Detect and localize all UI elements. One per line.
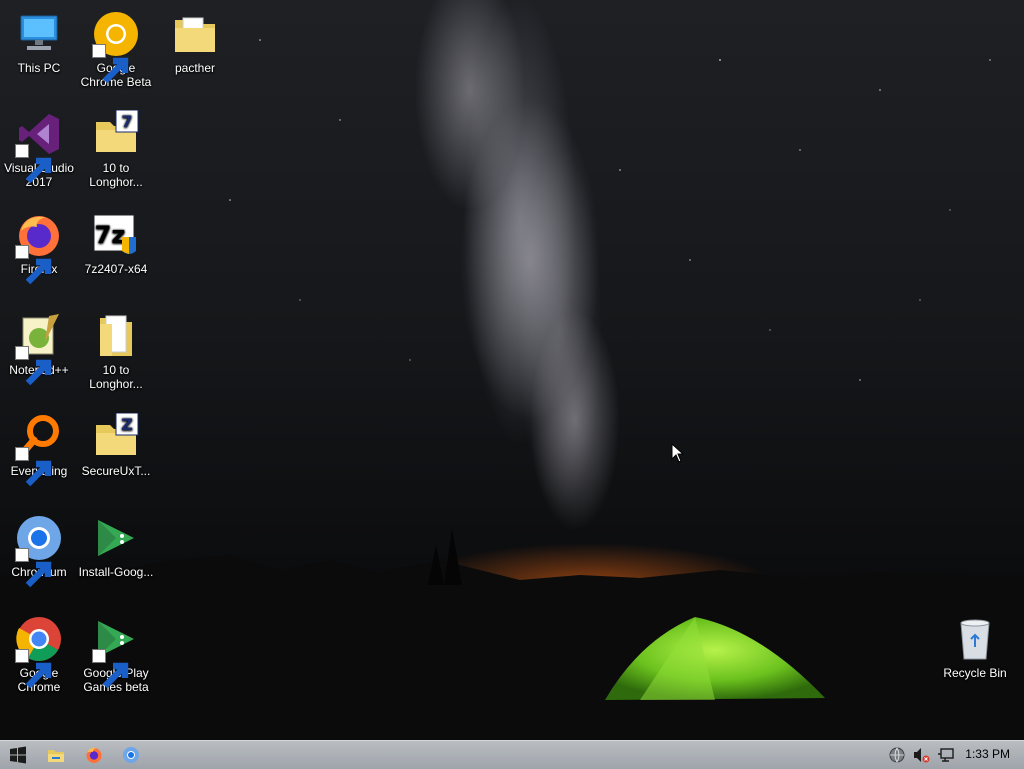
desktop-icon-10-to-longhorn-2[interactable]: 10 to Longhor... xyxy=(77,312,155,391)
google-play-games-icon xyxy=(92,514,140,562)
folder-z-icon: Z xyxy=(92,413,140,461)
taskbar-clock[interactable]: 1:33 PM xyxy=(965,747,1010,761)
desktop-icon-10-to-longhorn-1[interactable]: 7 10 to Longhor... xyxy=(77,110,155,189)
shortcut-arrow-icon xyxy=(15,649,52,689)
chromium-icon xyxy=(15,514,63,588)
firefox-icon xyxy=(15,211,63,285)
taskbar-firefox-button[interactable] xyxy=(76,742,112,768)
shortcut-arrow-icon xyxy=(15,144,52,184)
desktop-icon-7z2407-x64[interactable]: 7z 7z2407-x64 xyxy=(77,211,155,276)
desktop-icon-recycle-bin[interactable]: Recycle Bin xyxy=(936,615,1014,680)
tray-network-monitor-icon[interactable] xyxy=(937,746,955,764)
chromium-icon xyxy=(122,746,140,764)
shortcut-arrow-icon xyxy=(15,548,52,588)
svg-text:7z: 7z xyxy=(95,221,126,249)
desktop-icon-google-chrome[interactable]: Google Chrome xyxy=(0,615,78,694)
chrome-icon xyxy=(15,615,63,689)
shortcut-arrow-icon xyxy=(15,447,52,487)
taskbar: 1:33 PM xyxy=(0,740,1024,769)
desktop-icon-pacther[interactable]: pacther xyxy=(156,10,234,75)
folder-icon xyxy=(92,312,140,360)
folder-icon xyxy=(171,10,219,58)
shortcut-arrow-icon xyxy=(92,649,129,689)
desktop-icon-this-pc[interactable]: This PC xyxy=(0,10,78,75)
start-button[interactable] xyxy=(0,742,36,768)
desktop-icon-google-chrome-beta[interactable]: Google Chrome Beta xyxy=(77,10,155,89)
taskbar-file-explorer-button[interactable] xyxy=(38,742,74,768)
recycle-bin-icon xyxy=(951,615,999,663)
windows-start-icon xyxy=(9,746,27,764)
file-explorer-icon xyxy=(47,746,65,764)
svg-text:7: 7 xyxy=(121,112,132,131)
this-pc-icon xyxy=(15,10,63,58)
desktop-icon-chromium[interactable]: Chromium xyxy=(0,514,78,588)
7zip-installer-icon: 7z xyxy=(92,211,140,259)
shortcut-arrow-icon xyxy=(15,346,52,386)
everything-search-icon xyxy=(15,413,63,487)
chrome-beta-icon xyxy=(92,10,140,84)
folder-7z-icon: 7 xyxy=(92,110,140,158)
desktop-icon-visual-studio-2017[interactable]: Visual Studio 2017 xyxy=(0,110,78,189)
firefox-icon xyxy=(85,746,103,764)
desktop-icon-notepad-plus-plus[interactable]: Notepad++ xyxy=(0,312,78,386)
tray-network-globe-icon[interactable] xyxy=(888,746,906,764)
shortcut-arrow-icon xyxy=(92,44,129,84)
svg-text:Z: Z xyxy=(121,415,133,434)
google-play-games-icon xyxy=(92,615,140,689)
desktop-icon-secureuxt[interactable]: Z SecureUxT... xyxy=(77,413,155,478)
mouse-cursor-icon xyxy=(671,443,685,463)
taskbar-chromium-button[interactable] xyxy=(113,742,149,768)
tray-speaker-muted-icon[interactable] xyxy=(912,746,930,764)
desktop-icon-google-play-games-beta[interactable]: Google Play Games beta xyxy=(77,615,155,694)
desktop-icon-firefox[interactable]: Firefox xyxy=(0,211,78,285)
notepad-plus-plus-icon xyxy=(15,312,63,386)
desktop-icon-everything[interactable]: Everything xyxy=(0,413,78,487)
desktop-icon-install-google[interactable]: Install-Goog... xyxy=(77,514,155,579)
visual-studio-icon xyxy=(15,110,63,184)
shortcut-arrow-icon xyxy=(15,245,52,285)
